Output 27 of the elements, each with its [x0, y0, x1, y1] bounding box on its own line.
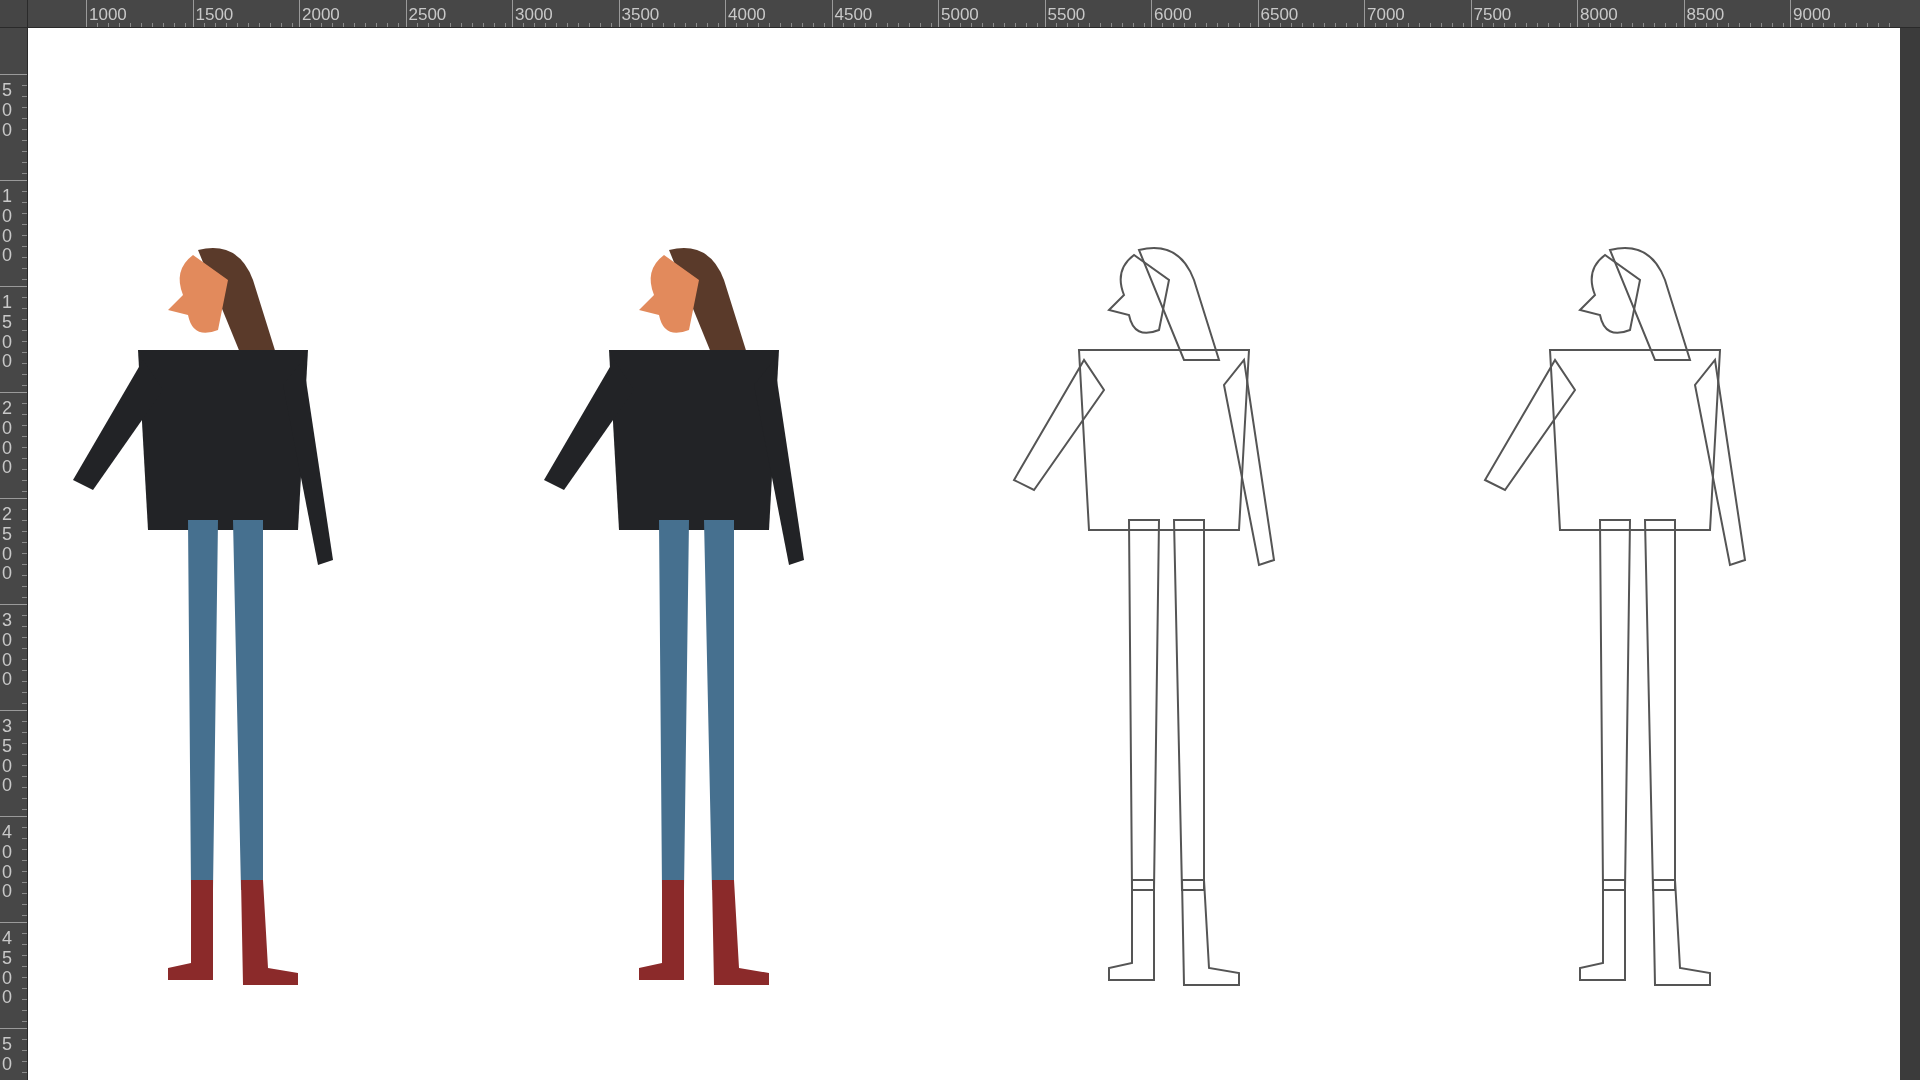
- ruler-label: 3000: [514, 4, 553, 23]
- ruler-label: 7000: [1366, 4, 1405, 23]
- ruler-label: 1000: [88, 4, 127, 23]
- ruler-label: 2000: [1, 397, 13, 479]
- ruler-label: 3000: [1, 609, 13, 691]
- ruler-label: 8000: [1579, 4, 1618, 23]
- ruler-label: 7500: [1472, 4, 1512, 23]
- ruler-label: 4500: [1, 927, 13, 1009]
- ruler-label: 4000: [1, 821, 13, 903]
- ruler-label: 9000: [1792, 4, 1831, 23]
- ruler-label: 1500: [194, 4, 234, 23]
- ruler-label: 2000: [301, 4, 340, 23]
- ruler-label: 8500: [1685, 4, 1725, 23]
- ruler-label: 500: [1, 79, 13, 141]
- ruler-label: 3500: [1, 715, 13, 797]
- ruler-label: 5500: [1046, 4, 1086, 23]
- ruler-label: 4500: [833, 4, 873, 23]
- ruler-label: 4000: [727, 4, 766, 23]
- ruler-label: 1500: [1, 291, 13, 373]
- ruler-label: 6000: [1153, 4, 1192, 23]
- ruler-label: 6500: [1259, 4, 1299, 23]
- ruler-label: 2500: [1, 503, 13, 585]
- ruler-label: 2500: [407, 4, 447, 23]
- ruler-label: 5000: [940, 4, 979, 23]
- ruler-label: 50: [1, 1033, 13, 1075]
- ruler-label: 3500: [620, 4, 660, 23]
- ruler-label: 1000: [1, 185, 13, 267]
